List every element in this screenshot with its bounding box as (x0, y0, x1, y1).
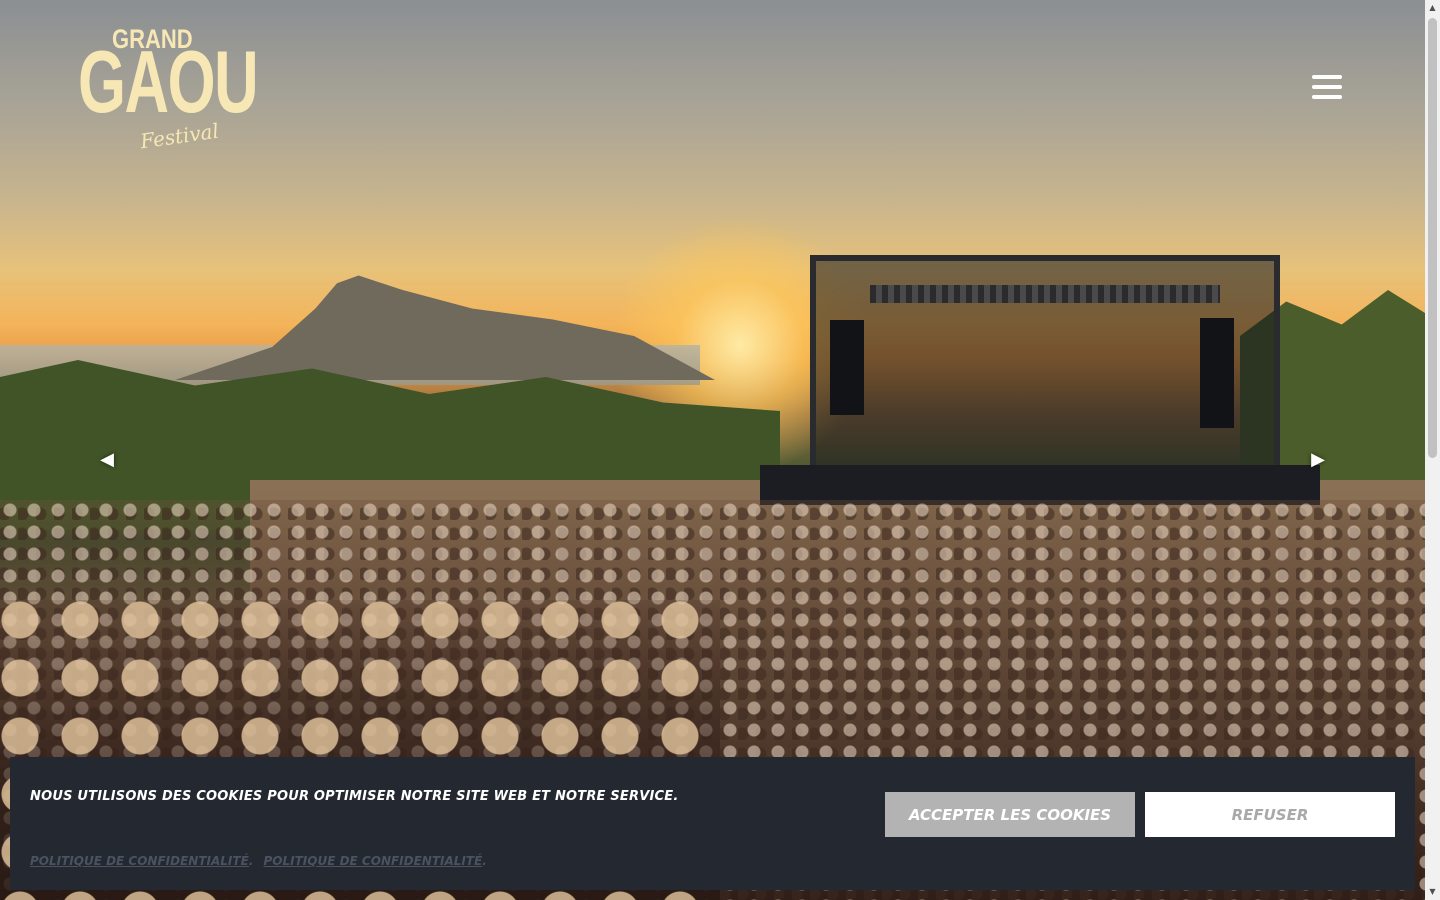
menu-button[interactable] (1312, 73, 1346, 101)
page-scrollbar[interactable]: ▲ ▼ (1425, 0, 1440, 900)
privacy-links: Politique de confidentialité. Politique … (30, 854, 493, 868)
cookie-banner: Nous utilisons des cookies pour optimise… (10, 757, 1415, 890)
scroll-up-icon[interactable]: ▲ (1425, 0, 1440, 16)
hamburger-icon-line (1312, 75, 1342, 79)
cookie-message: Nous utilisons des cookies pour optimise… (30, 789, 679, 804)
chevron-left-icon: ◀ (100, 449, 114, 470)
stage-floor (760, 465, 1320, 505)
hamburger-icon-line (1312, 85, 1342, 89)
speaker-stack (1200, 318, 1234, 428)
refuse-cookies-button[interactable]: Refuser (1145, 792, 1395, 837)
carousel-next-button[interactable]: ▶ (1306, 448, 1330, 472)
scrollbar-thumb[interactable] (1428, 18, 1437, 458)
privacy-policy-link[interactable]: Politique de confidentialité (30, 854, 249, 868)
link-separator: . (248, 854, 254, 868)
grand-gaou-logo[interactable]: GRAND GAOU Festival (78, 24, 259, 160)
speaker-stack (830, 320, 864, 415)
chevron-right-icon: ▶ (1311, 449, 1325, 470)
link-separator: . (482, 854, 487, 868)
scroll-down-icon[interactable]: ▼ (1425, 884, 1440, 900)
hamburger-icon-line (1312, 95, 1342, 99)
privacy-policy-link-2[interactable]: Politique de confidentialité (264, 854, 483, 868)
logo-gaou-text: GAOU (78, 32, 259, 131)
carousel-prev-button[interactable]: ◀ (95, 448, 119, 472)
stage-truss (870, 285, 1220, 303)
accept-cookies-button[interactable]: Accepter les cookies (885, 792, 1135, 837)
